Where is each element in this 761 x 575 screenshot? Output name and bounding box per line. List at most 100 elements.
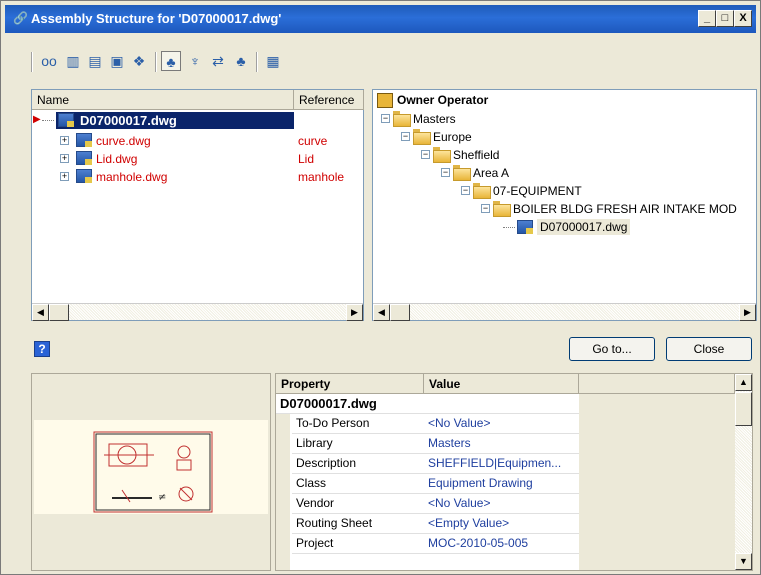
expand-plus-icon[interactable]: +: [60, 136, 69, 145]
tree-node-label: Area A: [473, 166, 510, 180]
scroll-left-icon[interactable]: ◀: [373, 304, 390, 321]
folder-icon: [433, 147, 451, 163]
glasses-icon[interactable]: oo: [39, 51, 59, 71]
tree-node-selected[interactable]: D07000017.dwg: [373, 219, 753, 236]
close-button[interactable]: Close: [666, 337, 752, 361]
property-value[interactable]: SHEFFIELD|Equipmen...: [424, 454, 579, 474]
assembly-root-name: D07000017.dwg: [80, 113, 177, 128]
help-icon[interactable]: ?: [34, 341, 50, 357]
properties-vertical-scrollbar[interactable]: ▲ ▼: [735, 374, 752, 570]
collapse-minus-icon[interactable]: −: [421, 150, 430, 159]
assembly-list[interactable]: Name Reference ▶ D07000017.dwg + curve.d…: [31, 89, 364, 321]
property-value[interactable]: <Empty Value>: [424, 514, 579, 534]
drawing-file-icon: [76, 151, 92, 165]
maximize-button[interactable]: □: [716, 10, 734, 27]
child-reference: manhole: [298, 170, 345, 184]
location-tree[interactable]: Owner Operator − Masters − Europe − Shef…: [372, 89, 757, 321]
folder-icon: [493, 201, 511, 217]
current-row-marker-icon: ▶: [33, 114, 41, 125]
collapse-minus-icon[interactable]: −: [381, 114, 390, 123]
tree-node-label: Masters: [413, 112, 456, 126]
scroll-thumb[interactable]: [49, 304, 69, 321]
child-name: curve.dwg: [96, 134, 151, 148]
property-name: To-Do Person: [292, 414, 424, 434]
export-icon[interactable]: ▣: [107, 51, 127, 71]
property-name: Library: [292, 434, 424, 454]
collapse-minus-icon[interactable]: −: [481, 204, 490, 213]
child-name: manhole.dwg: [96, 170, 168, 184]
drawing-thumbnail-image: ≠: [93, 431, 213, 513]
property-name: Class: [292, 474, 424, 494]
property-name: Routing Sheet: [292, 514, 424, 534]
filter-icon[interactable]: ♆: [185, 51, 205, 71]
tree-node-label: BOILER BLDG FRESH AIR INTAKE MOD: [513, 202, 737, 216]
tree-node[interactable]: − Area A: [373, 164, 753, 181]
collapse-minus-icon[interactable]: −: [401, 132, 410, 141]
tree-node-label: Sheffield: [453, 148, 500, 162]
list-item[interactable]: + curve.dwg curve: [32, 132, 363, 149]
assembly-root-row[interactable]: ▶ D07000017.dwg: [32, 112, 363, 129]
list-item[interactable]: + Lid.dwg Lid: [32, 150, 363, 167]
goto-button[interactable]: Go to...: [569, 337, 655, 361]
reference-column-header[interactable]: Reference: [294, 90, 364, 110]
factory-icon: [377, 93, 393, 108]
scroll-down-icon[interactable]: ▼: [735, 553, 752, 570]
scroll-right-icon[interactable]: ▶: [346, 304, 363, 321]
paperclip-icon: 🔗: [13, 11, 28, 25]
drawing-file-icon: [76, 133, 92, 147]
drawing-file-icon: [76, 169, 92, 183]
drawing-thumbnail: ≠: [34, 420, 268, 514]
expand-plus-icon[interactable]: +: [60, 154, 69, 163]
scroll-right-icon[interactable]: ▶: [739, 304, 756, 321]
svg-text:≠: ≠: [158, 492, 166, 503]
list-item[interactable]: + manhole.dwg manhole: [32, 168, 363, 185]
property-value[interactable]: Equipment Drawing: [424, 474, 579, 494]
tree-node-label: D07000017.dwg: [537, 219, 631, 235]
collapse-minus-icon[interactable]: −: [441, 168, 450, 177]
compare-icon[interactable]: ⇄: [208, 51, 228, 71]
scroll-left-icon[interactable]: ◀: [32, 304, 49, 321]
property-column-header[interactable]: Property: [276, 374, 424, 394]
folder-icon: [393, 111, 411, 127]
property-value[interactable]: <No Value>: [424, 414, 579, 434]
properties-grid[interactable]: Property Value D07000017.dwg To-Do Perso…: [275, 373, 753, 571]
property-value[interactable]: MOC-2010-05-005: [424, 534, 579, 554]
expand-plus-icon[interactable]: +: [60, 172, 69, 181]
tree-node[interactable]: − Europe: [373, 128, 753, 145]
tree-icon[interactable]: ♣: [161, 51, 181, 71]
scroll-thumb[interactable]: [735, 392, 752, 426]
value-column-header[interactable]: Value: [424, 374, 579, 394]
link-icon[interactable]: ❖: [129, 51, 149, 71]
tree-node[interactable]: − BOILER BLDG FRESH AIR INTAKE MOD: [373, 200, 755, 217]
collapse-minus-icon[interactable]: −: [461, 186, 470, 195]
property-name: Description: [292, 454, 424, 474]
close-window-button[interactable]: X: [734, 10, 752, 27]
minimize-button[interactable]: _: [698, 10, 716, 27]
scroll-up-icon[interactable]: ▲: [735, 374, 752, 391]
property-value[interactable]: <No Value>: [424, 494, 579, 514]
toolbar-separator: [256, 52, 258, 72]
tree-node-label: Europe: [433, 130, 472, 144]
hierarchy-icon[interactable]: ♣: [231, 51, 251, 71]
child-name: Lid.dwg: [96, 152, 138, 166]
child-reference: curve: [298, 134, 328, 148]
tree-horizontal-scrollbar[interactable]: ◀ ▶: [373, 303, 756, 321]
assembly-structure-window: 🔗 Assembly Structure for 'D07000017.dwg'…: [0, 0, 761, 575]
window-title: Assembly Structure for 'D07000017.dwg': [31, 11, 282, 26]
tree-root-row[interactable]: Owner Operator: [373, 92, 753, 109]
columns-icon[interactable]: ▥: [63, 51, 83, 71]
copy-icon[interactable]: ▤: [85, 51, 105, 71]
property-name: Project: [292, 534, 424, 554]
tree-node[interactable]: − Sheffield: [373, 146, 753, 163]
assembly-horizontal-scrollbar[interactable]: ◀ ▶: [32, 303, 363, 321]
name-column-header[interactable]: Name: [32, 90, 294, 110]
tree-node[interactable]: − Masters: [373, 110, 753, 127]
folder-icon: [413, 129, 431, 145]
scroll-thumb[interactable]: [390, 304, 410, 321]
title-bar[interactable]: 🔗 Assembly Structure for 'D07000017.dwg'…: [5, 5, 756, 33]
properties-icon[interactable]: ▦: [263, 51, 283, 71]
tree-node-label: 07-EQUIPMENT: [493, 184, 582, 198]
property-value[interactable]: Masters: [424, 434, 579, 454]
tree-connector: [42, 120, 54, 121]
tree-node[interactable]: − 07-EQUIPMENT: [373, 182, 753, 199]
